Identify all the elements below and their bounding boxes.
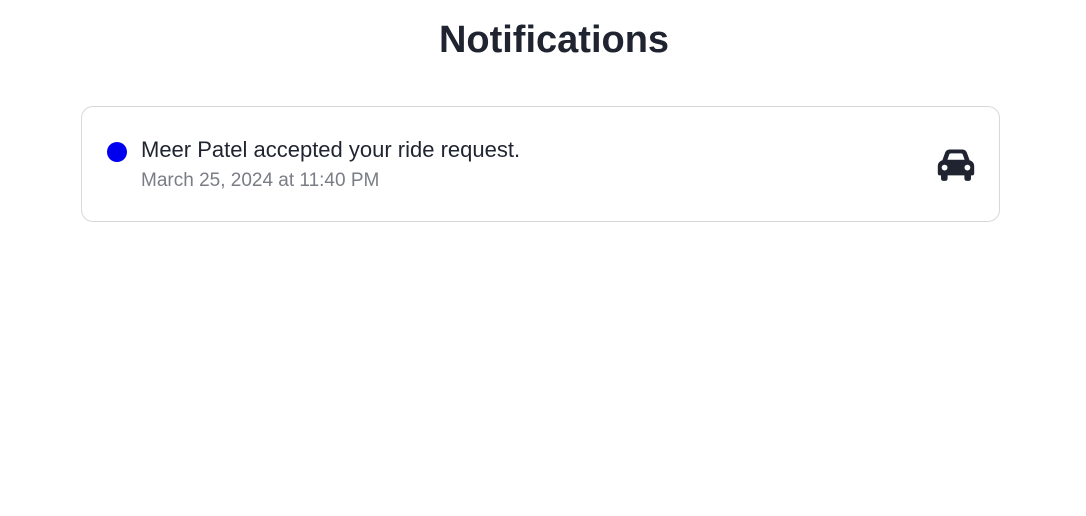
notification-content: Meer Patel accepted your ride request. M… [141, 136, 520, 193]
notification-timestamp: March 25, 2024 at 11:40 PM [141, 170, 380, 191]
car-icon [937, 149, 975, 181]
notification-list: Meer Patel accepted your ride request. M… [81, 106, 1000, 222]
unread-indicator-dot [107, 142, 127, 162]
page-title: Notifications [438, 19, 670, 61]
notification-message: Meer Patel accepted your ride request. [141, 137, 521, 162]
notification-item[interactable]: Meer Patel accepted your ride request. M… [81, 106, 1000, 222]
notifications-page: Notifications Meer Patel accepted your r… [0, 0, 1086, 516]
